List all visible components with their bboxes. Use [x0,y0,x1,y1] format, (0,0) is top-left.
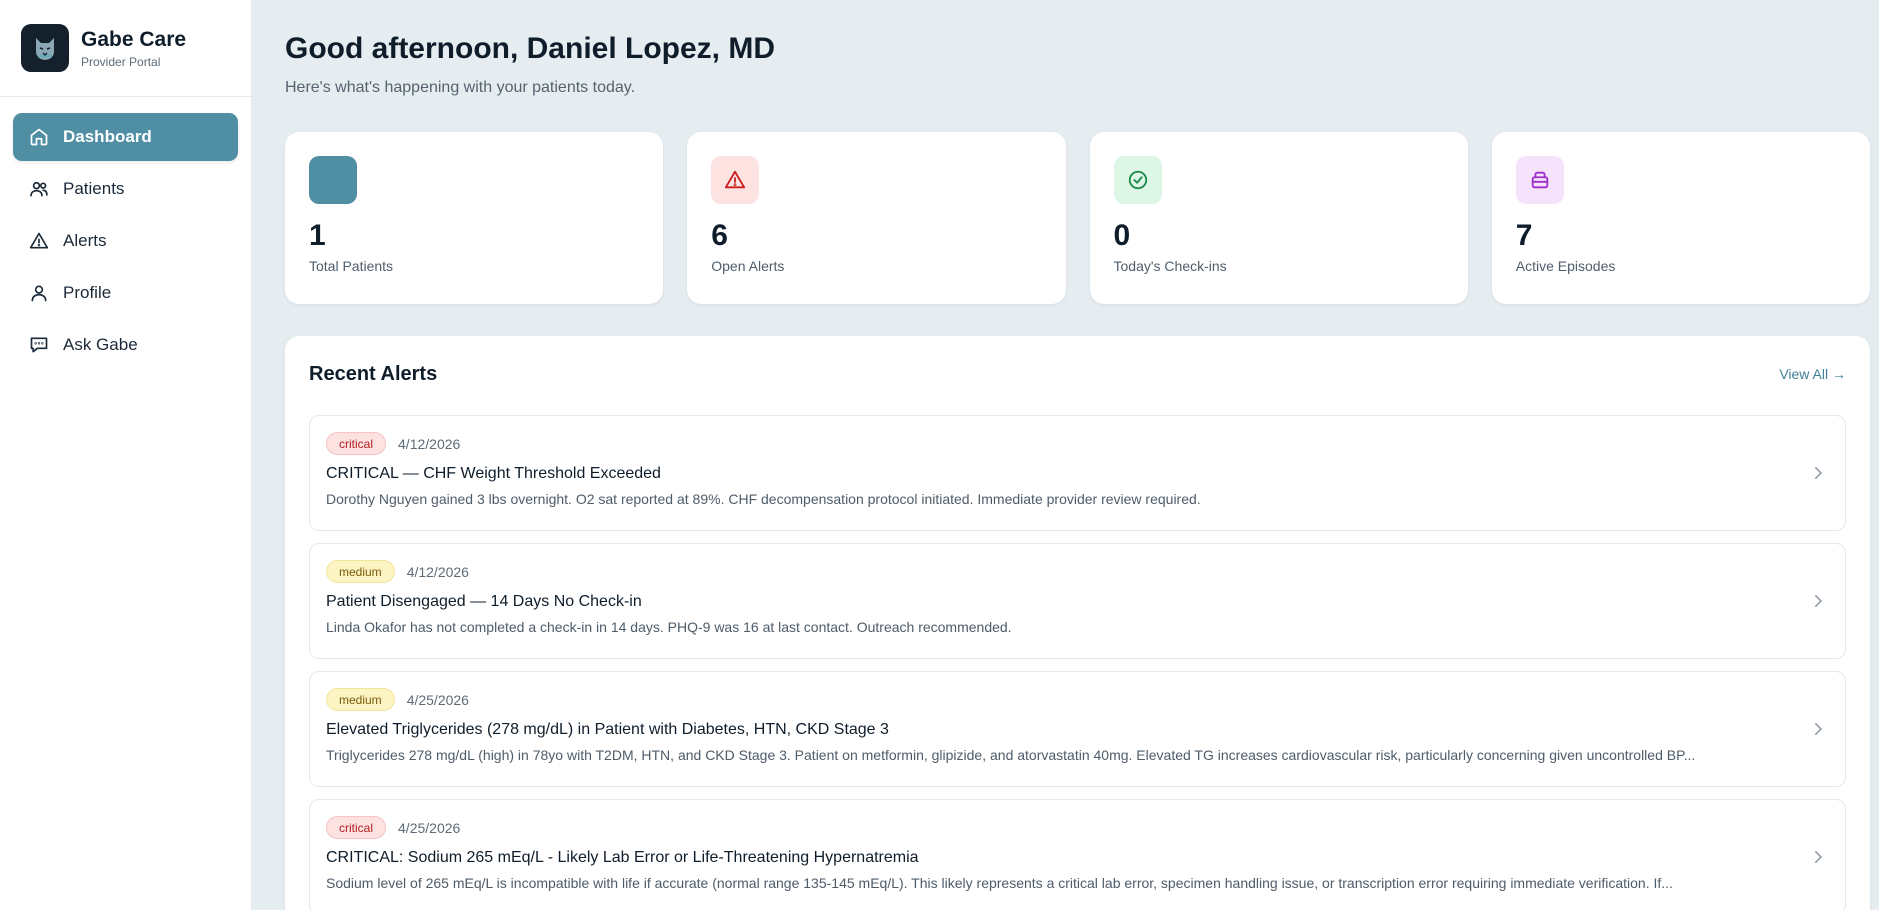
alert-item[interactable]: medium 4/25/2026 Elevated Triglycerides … [309,671,1846,787]
users-icon [30,181,48,197]
blank-icon [309,156,357,204]
container-icon [1531,171,1548,189]
stat-card-todays-checkins[interactable]: 0 Today's Check-ins [1089,132,1468,304]
chevron-right-icon [1815,851,1823,863]
alert-date: 4/25/2026 [406,691,469,708]
stat-label: Active Episodes [1515,258,1616,274]
severity-badge: medium [326,688,395,711]
stat-value: 1 [309,219,326,252]
alert-title: Elevated Triglycerides (278 mg/dL) in Pa… [326,721,889,738]
severity-badge: medium [326,560,395,583]
stat-icon-wrap [1515,156,1564,204]
stat-card-total-patients[interactable]: 1 Total Patients [285,132,664,304]
sidebar-item-label: Patients [63,179,125,198]
sidebar-item-patients[interactable]: Patients [13,165,238,213]
stat-label: Open Alerts [711,258,785,274]
message-icon [30,337,48,353]
view-all-link[interactable]: View All → [1779,366,1846,382]
sidebar-item-label: Dashboard [63,127,152,146]
brand-title: Gabe Care [81,27,187,51]
stat-card-open-alerts[interactable]: 6 Open Alerts [687,132,1066,304]
alert-date: 4/12/2026 [406,563,469,580]
stat-label: Today's Check-ins [1113,258,1227,274]
sidebar: Gabe Care Provider Portal Dashboard Pati… [0,0,252,910]
page-subtitle: Here's what's happening with your patien… [285,79,636,96]
alert-item[interactable]: critical 4/12/2026 CRITICAL — CHF Weight… [309,415,1846,531]
brand-subtitle: Provider Portal [81,54,161,69]
sidebar-item-alerts[interactable]: Alerts [13,217,238,265]
brand-logo[interactable] [21,24,69,72]
alert-description: Linda Okafor has not completed a check-i… [326,619,1012,635]
stat-value: 7 [1515,219,1533,252]
recent-alerts-title: Recent Alerts [309,362,438,385]
alert-triangle-icon [29,232,49,249]
chevron-right-icon [1815,723,1823,735]
stat-value: 6 [711,219,728,252]
brand: Gabe Care Provider Portal [0,0,251,97]
sidebar-item-ask-gabe[interactable]: Ask Gabe [13,321,238,369]
alert-title: Patient Disengaged — 14 Days No Check-in [326,593,642,610]
alert-description: Triglycerides 278 mg/dL (high) in 78yo w… [326,747,1696,763]
alert-triangle-icon [725,170,746,189]
main-content: Good afternoon, Daniel Lopez, MD Here's … [252,0,1879,910]
sidebar-nav: Dashboard Patients Alerts Profile Ask Ga… [0,97,251,389]
alert-description: Dorothy Nguyen gained 3 lbs overnight. O… [326,491,1201,507]
stat-value: 0 [1113,219,1131,252]
chevron-right-icon [1815,595,1823,607]
page-title: Good afternoon, Daniel Lopez, MD [285,32,775,65]
alert-title: CRITICAL — CHF Weight Threshold Exceeded [326,465,661,482]
sidebar-item-profile[interactable]: Profile [13,269,238,317]
stat-label: Total Patients [309,258,394,274]
severity-badge: critical [326,432,387,455]
alert-item[interactable]: medium 4/12/2026 Patient Disengaged — 14… [309,543,1846,659]
stat-icon-wrap [711,156,760,204]
sidebar-item-label: Alerts [63,231,107,250]
chevron-right-icon [1815,467,1823,479]
alert-date: 4/12/2026 [398,435,461,452]
sidebar-item-label: Ask Gabe [63,335,138,354]
recent-alerts-panel: Recent Alerts View All → critical 4/12/2… [285,336,1870,910]
stats-row: 1 Total Patients 6 Open Alerts 0 Today's… [285,132,1870,304]
alert-list: critical 4/12/2026 CRITICAL — CHF Weight… [309,415,1846,910]
user-icon [31,285,47,302]
sidebar-item-label: Profile [63,283,112,302]
alert-date: 4/25/2026 [398,819,461,836]
stat-icon-wrap [1113,156,1162,204]
check-circle-icon [1128,170,1147,190]
cat-logo-icon [36,38,54,60]
stat-card-active-episodes[interactable]: 7 Active Episodes [1491,132,1870,304]
severity-badge: critical [326,816,387,839]
home-icon [30,128,48,146]
alert-description: Sodium level of 265 mEq/L is incompatibl… [326,875,1673,891]
alert-title: CRITICAL: Sodium 265 mEq/L - Likely Lab … [326,849,919,866]
sidebar-item-dashboard[interactable]: Dashboard [13,113,238,161]
alert-item[interactable]: critical 4/25/2026 CRITICAL: Sodium 265 … [309,799,1846,910]
